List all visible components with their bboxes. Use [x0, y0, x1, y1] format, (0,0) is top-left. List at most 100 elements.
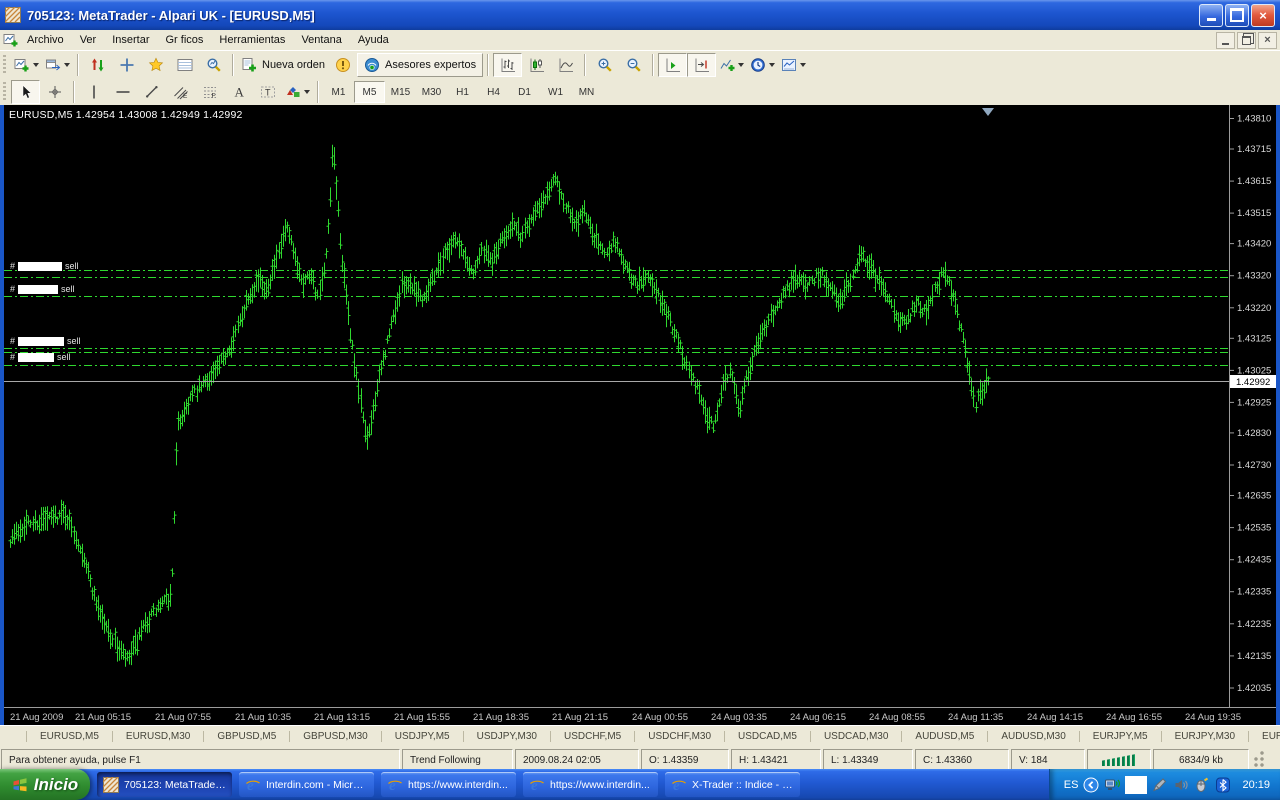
- new-order-button[interactable]: Nueva orden: [238, 53, 328, 77]
- arrows-button[interactable]: [282, 80, 313, 104]
- maximize-button[interactable]: [1225, 4, 1249, 27]
- vertical-line-button[interactable]: [79, 80, 108, 104]
- order-side: sell: [65, 261, 79, 271]
- chart-tab-usdjpy-m30[interactable]: USDJPY,M30: [464, 731, 551, 742]
- text-button[interactable]: A: [224, 80, 253, 104]
- bar-chart-button[interactable]: [493, 53, 522, 77]
- volume-icon[interactable]: [1173, 777, 1189, 793]
- time-axis-label: 21 Aug 13:15: [314, 712, 370, 723]
- menu-ayuda[interactable]: Ayuda: [350, 32, 397, 48]
- timeframe-w1-button[interactable]: W1: [540, 81, 571, 103]
- zoom-in-icon: [597, 57, 613, 73]
- text-label-button[interactable]: T: [253, 80, 282, 104]
- order-number-redacted: [18, 337, 64, 346]
- status-low: L: 1.43349: [823, 749, 913, 771]
- close-button[interactable]: ×: [1251, 4, 1275, 27]
- line-studies-toolbar: EFAT M1M5M15M30H1H4D1W1MN: [0, 79, 1280, 105]
- hide-icons-chevron-icon[interactable]: [1083, 777, 1099, 793]
- chart-tab-usdchf-m30[interactable]: USDCHF,M30: [635, 731, 725, 742]
- expert-advisors-icon: [364, 57, 380, 73]
- menu-grficos[interactable]: Gr ficos: [158, 32, 212, 48]
- menu-ver[interactable]: Ver: [72, 32, 105, 48]
- mouse-icon[interactable]: [1194, 777, 1210, 793]
- auto-scroll-button[interactable]: [658, 53, 687, 77]
- price-chart[interactable]: 1.438101.437151.436151.435151.434201.433…: [4, 105, 1276, 730]
- network-icon[interactable]: [1104, 777, 1120, 793]
- chart-tab-eurjpy-m30[interactable]: EURJPY,M30: [1162, 731, 1249, 742]
- stylus-icon[interactable]: [1152, 777, 1168, 793]
- chart-tab-usdcad-m5[interactable]: USDCAD,M5: [725, 731, 811, 742]
- new-chart-button[interactable]: [11, 53, 42, 77]
- periods-button[interactable]: [747, 53, 778, 77]
- chart-tab-eurusd-m5[interactable]: EURUSD,M5: [26, 731, 113, 742]
- timeframe-d1-button[interactable]: D1: [509, 81, 540, 103]
- order-label[interactable]: #sell: [10, 261, 79, 271]
- zoom-in-button[interactable]: [590, 53, 619, 77]
- timeframe-h1-button[interactable]: H1: [447, 81, 478, 103]
- order-label[interactable]: #sell: [10, 284, 75, 294]
- chart-tab-gbpusd-m30[interactable]: GBPUSD,M30: [290, 731, 381, 742]
- svg-text:e: e: [531, 778, 538, 793]
- taskbar-task[interactable]: eX-Trader :: Indice - M...: [665, 772, 800, 797]
- toolbar-separator: [317, 81, 319, 103]
- resize-grip[interactable]: [1251, 749, 1280, 771]
- menu-ventana[interactable]: Ventana: [293, 32, 349, 48]
- trendline-button[interactable]: [137, 80, 166, 104]
- chart-tab-usdcad-m30[interactable]: USDCAD,M30: [811, 731, 902, 742]
- horizontal-line-button[interactable]: [108, 80, 137, 104]
- child-close-button[interactable]: ×: [1258, 32, 1277, 49]
- chart-area[interactable]: 1.438101.437151.436151.435151.434201.433…: [0, 105, 1280, 725]
- child-minimize-button[interactable]: [1216, 32, 1235, 49]
- templates-button[interactable]: [778, 53, 809, 77]
- minimize-button[interactable]: [1199, 4, 1223, 27]
- chart-tab-audusd-m30[interactable]: AUDUSD,M30: [988, 731, 1079, 742]
- terminal-button[interactable]: [170, 53, 199, 77]
- toolbar-separator: [652, 54, 654, 76]
- order-label[interactable]: #sell: [10, 352, 71, 362]
- taskbar-task[interactable]: ehttps://www.interdin...: [381, 772, 516, 797]
- timeframe-h4-button[interactable]: H4: [478, 81, 509, 103]
- start-button[interactable]: Inicio: [0, 769, 90, 800]
- indicators-button[interactable]: [716, 53, 747, 77]
- data-window-button[interactable]: [112, 53, 141, 77]
- navigator-button[interactable]: [141, 53, 170, 77]
- timeframe-m5-button[interactable]: M5: [354, 81, 385, 103]
- chart-tab-eurjpy-m5[interactable]: EURJPY,M5: [1080, 731, 1162, 742]
- timeframe-m30-button[interactable]: M30: [416, 81, 447, 103]
- taskbar-task[interactable]: 705123: MetaTrader ...: [97, 772, 232, 797]
- cursor-button[interactable]: [11, 80, 40, 104]
- crosshair-button[interactable]: [40, 80, 69, 104]
- expert-advisors-button[interactable]: Asesores expertos: [357, 53, 483, 77]
- equidistant-channel-button[interactable]: E: [166, 80, 195, 104]
- strategy-tester-button[interactable]: [199, 53, 228, 77]
- order-label[interactable]: #sell: [10, 336, 81, 346]
- chart-tab-usdchf-m5[interactable]: USDCHF,M5: [551, 731, 635, 742]
- timeframe-mn-button[interactable]: MN: [571, 81, 602, 103]
- taskbar-task[interactable]: ehttps://www.interdin...: [523, 772, 658, 797]
- language-indicator[interactable]: ES: [1064, 779, 1079, 791]
- chart-shift-button[interactable]: [687, 53, 716, 77]
- profiles-button[interactable]: [42, 53, 73, 77]
- ie-icon: e: [387, 777, 403, 793]
- chart-tab-eurusd-m5[interactable]: EURUSD,M5: [1249, 731, 1280, 742]
- fibonacci-button[interactable]: F: [195, 80, 224, 104]
- market-watch-button[interactable]: [83, 53, 112, 77]
- line-chart-button[interactable]: [551, 53, 580, 77]
- timeframe-m1-button[interactable]: M1: [323, 81, 354, 103]
- chart-tab-gbpusd-m5[interactable]: GBPUSD,M5: [204, 731, 290, 742]
- timeframe-m15-button[interactable]: M15: [385, 81, 416, 103]
- metaquotes-alert-button[interactable]: [328, 53, 357, 77]
- toolbar-separator: [487, 54, 489, 76]
- chart-tab-audusd-m5[interactable]: AUDUSD,M5: [902, 731, 988, 742]
- menu-archivo[interactable]: Archivo: [19, 32, 72, 48]
- bluetooth-icon[interactable]: [1215, 777, 1231, 793]
- zoom-out-button[interactable]: [619, 53, 648, 77]
- child-restore-button[interactable]: [1237, 32, 1256, 49]
- dropdown-arrow-icon: [738, 63, 744, 67]
- candlestick-chart-button[interactable]: [522, 53, 551, 77]
- chart-tab-usdjpy-m5[interactable]: USDJPY,M5: [382, 731, 464, 742]
- menu-herramientas[interactable]: Herramientas: [211, 32, 293, 48]
- menu-insertar[interactable]: Insertar: [104, 32, 157, 48]
- taskbar-task[interactable]: eInterdin.com - Micros...: [239, 772, 374, 797]
- chart-tab-eurusd-m30[interactable]: EURUSD,M30: [113, 731, 204, 742]
